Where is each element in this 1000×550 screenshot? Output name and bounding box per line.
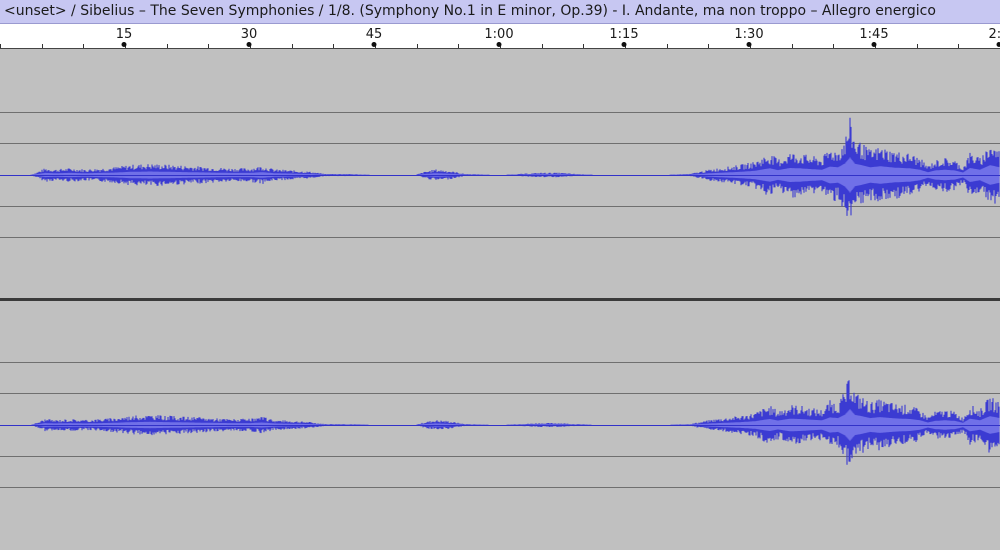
ruler-minor-tick bbox=[292, 44, 293, 48]
ruler-minor-tick bbox=[583, 44, 584, 48]
ruler-label: 15 bbox=[115, 27, 133, 42]
waveform-left bbox=[30, 117, 1000, 216]
track-title: <unset> / Sibelius – The Seven Symphonie… bbox=[4, 3, 936, 19]
ruler-label: 30 bbox=[240, 27, 258, 42]
audio-channel-left[interactable] bbox=[0, 50, 1000, 298]
ruler-minor-tick bbox=[333, 44, 334, 48]
ruler-major-dot bbox=[746, 42, 752, 47]
ruler-label: 45 bbox=[365, 27, 383, 42]
ruler-minor-tick bbox=[83, 44, 84, 48]
ruler-minor-tick bbox=[917, 44, 918, 48]
ruler-major-dot bbox=[621, 42, 627, 47]
ruler-minor-tick bbox=[458, 44, 459, 48]
ruler-major-dot bbox=[871, 42, 877, 47]
zero-line bbox=[0, 175, 1000, 176]
audio-channel-right[interactable] bbox=[0, 301, 1000, 550]
timeline-ruler[interactable]: 15 30 45 1:00 1:15 1:30 1:45 2:0 bbox=[0, 24, 1000, 49]
ruler-major-dot bbox=[496, 42, 502, 47]
ruler-minor-tick bbox=[708, 44, 709, 48]
ruler-label: 1:45 bbox=[859, 27, 889, 42]
ruler-minor-tick bbox=[42, 44, 43, 48]
ruler-minor-tick bbox=[542, 44, 543, 48]
ruler-label: 1:15 bbox=[609, 27, 639, 42]
ruler-major-dot bbox=[246, 42, 252, 47]
ruler-minor-tick bbox=[667, 44, 668, 48]
ruler-minor-tick bbox=[167, 44, 168, 48]
ruler-label: 2:0 bbox=[988, 27, 1000, 42]
ruler-minor-tick bbox=[208, 44, 209, 48]
ruler-minor-tick bbox=[958, 44, 959, 48]
ruler-minor-tick bbox=[833, 44, 834, 48]
ruler-minor-tick bbox=[0, 44, 1, 48]
ruler-label: 1:00 bbox=[484, 27, 514, 42]
ruler-major-dot bbox=[121, 42, 127, 47]
ruler-minor-tick bbox=[792, 44, 793, 48]
ruler-major-dot bbox=[996, 42, 1000, 47]
zero-line bbox=[0, 425, 1000, 426]
ruler-label: 1:30 bbox=[734, 27, 764, 42]
track-title-bar: <unset> / Sibelius – The Seven Symphonie… bbox=[0, 0, 1000, 24]
ruler-minor-tick bbox=[417, 44, 418, 48]
ruler-major-dot bbox=[371, 42, 377, 47]
